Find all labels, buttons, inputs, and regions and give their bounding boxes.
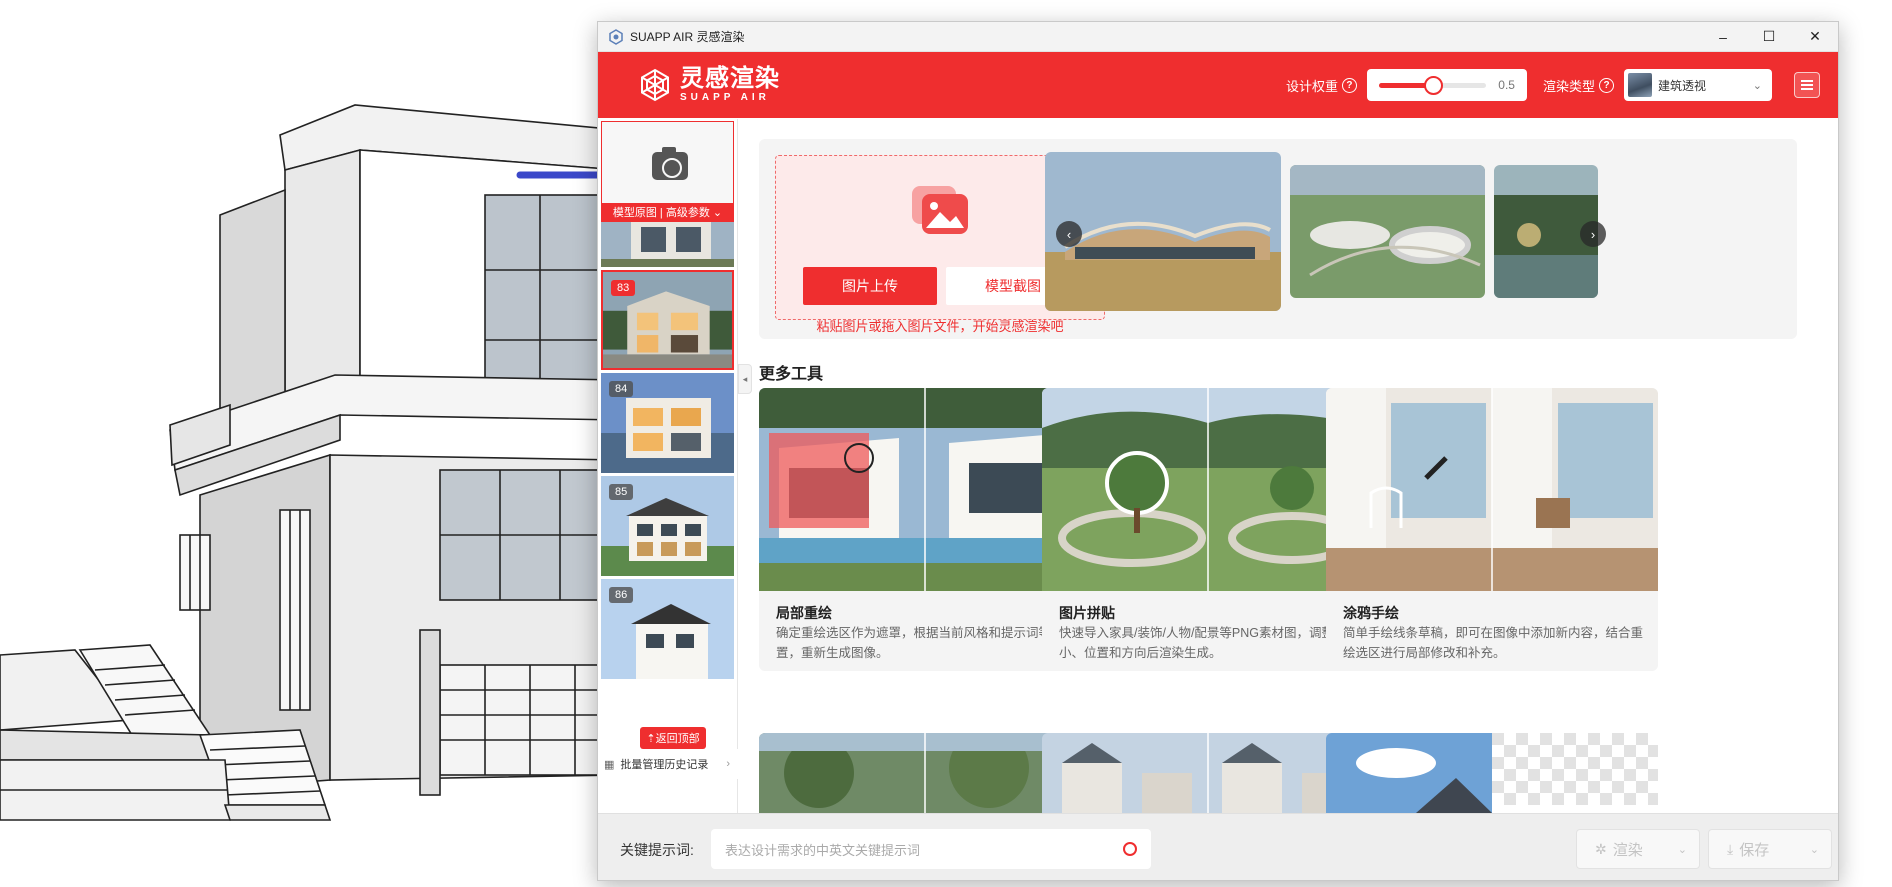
tool-card-collage[interactable]: 图片拼贴 快速导入家具/装饰/人物/配景等PNG素材图，调整大小、位置和方向后渲… [1042, 388, 1374, 671]
tool-preview-image [1326, 733, 1658, 813]
help-icon[interactable]: ? [1341, 77, 1357, 93]
history-thumbnail [601, 219, 734, 267]
model-original-card[interactable]: 模型原图 | 高级参数 ⌄ [601, 121, 734, 222]
slider-thumb[interactable] [1423, 75, 1443, 95]
tool-preview-image [1042, 388, 1374, 591]
chevron-right-icon: › [726, 758, 730, 770]
carousel-next-button[interactable]: › [1580, 221, 1606, 247]
render-type-value: 建筑透视 [1658, 78, 1707, 93]
tool-description: 简单手绘线条草稿，即可在图像中添加新内容，结合重绘选区进行局部修改和补充。 [1343, 626, 1644, 660]
background-model-sketch [0, 104, 620, 821]
logo-subtitle: SUAPP AIR [680, 92, 770, 103]
tool-card[interactable] [1326, 733, 1658, 813]
history-badge: 83 [611, 280, 636, 296]
tool-title: 涂鸦手绘 [1343, 605, 1399, 621]
save-button-label: 保存 [1739, 841, 1770, 859]
history-item[interactable]: 85 [601, 476, 734, 576]
prompt-bar: 关键提示词: 表达设计需求的中英文关键提示词 ✲ 渲染 ⌄ ⤓ 保存 ⌄ [598, 813, 1838, 880]
app-header: 灵感渲染 SUAPP AIR 设计权重 ? 0.5 渲染类型 ? 建筑透视 ⌄ [598, 52, 1838, 118]
save-button[interactable]: ⤓ 保存 ⌄ [1708, 829, 1832, 869]
history-sidebar: 模型原图 | 高级参数 ⌄ 83 84 85 86 ⇡返回顶部 ▦ 批量管理历史… [598, 119, 738, 813]
app-logo: 灵感渲染 SUAPP AIR [638, 67, 780, 103]
chevron-down-icon: ⌄ [1752, 79, 1762, 92]
history-item[interactable] [601, 219, 734, 267]
camera-icon [652, 147, 688, 180]
menu-button[interactable] [1794, 72, 1820, 98]
render-button[interactable]: ✲ 渲染 ⌄ [1576, 829, 1700, 869]
grid-icon: ▦ [604, 758, 615, 771]
design-weight-label: 设计权重 ? [1286, 76, 1357, 95]
prompt-action-icon[interactable] [1123, 842, 1137, 856]
upload-hint: 粘贴图片或拖入图片文件，开始灵感渲染吧 [816, 319, 1064, 334]
app-window: SUAPP AIR 灵感渲染 – ☐ ✕ 灵感渲染 SUAPP AIR 设计权重… [597, 21, 1839, 881]
logo-icon [641, 68, 669, 102]
back-to-top-button[interactable]: ⇡返回顶部 [640, 727, 706, 749]
more-tools-title: 更多工具 [759, 366, 824, 383]
app-icon [609, 28, 623, 45]
hamburger-icon [1801, 84, 1813, 86]
image-upload-icon [912, 186, 968, 234]
main-panel: 图片上传 模型截图 粘贴图片或拖入图片文件，开始灵感渲染吧 ‹ › 更多工具 局… [752, 119, 1838, 813]
history-item[interactable]: 84 [601, 373, 734, 473]
design-weight-value: 0.5 [1498, 78, 1515, 92]
prompt-placeholder: 表达设计需求的中英文关键提示词 [725, 842, 921, 858]
prompt-label: 关键提示词: [620, 842, 694, 858]
history-badge: 85 [609, 484, 634, 500]
chevron-down-icon[interactable]: ⌄ [1678, 843, 1687, 856]
history-badge: 84 [609, 381, 634, 397]
logo-name: 灵感渲染 [680, 65, 780, 92]
design-weight-slider[interactable]: 0.5 [1366, 69, 1527, 101]
tool-description: 确定重绘选区作为遮罩，根据当前风格和提示词等设置，重新生成图像。 [776, 626, 1064, 660]
history-badge: 86 [609, 587, 634, 603]
render-type-thumbnail [1628, 73, 1652, 97]
window-title: SUAPP AIR 灵感渲染 [630, 30, 745, 44]
render-type-label: 渲染类型 ? [1543, 76, 1614, 95]
tool-card-sketch[interactable]: 涂鸦手绘 简单手绘线条草稿，即可在图像中添加新内容，结合重绘选区进行局部修改和补… [1326, 388, 1658, 671]
sparkle-icon: ✲ [1595, 840, 1607, 857]
carousel-image[interactable] [1290, 165, 1485, 298]
tool-title: 局部重绘 [776, 605, 832, 621]
history-item[interactable]: 86 [601, 579, 734, 679]
slider-track[interactable] [1378, 75, 1487, 95]
render-type-select[interactable]: 建筑透视 ⌄ [1624, 69, 1772, 101]
tool-preview-image [1326, 388, 1658, 591]
tool-preview-image [1042, 733, 1374, 813]
tool-card[interactable] [1042, 733, 1374, 813]
close-button[interactable]: ✕ [1792, 22, 1838, 52]
upload-section: 图片上传 模型截图 粘贴图片或拖入图片文件，开始灵感渲染吧 ‹ › [759, 139, 1797, 339]
minimize-button[interactable]: – [1700, 22, 1746, 52]
render-button-label: 渲染 [1612, 841, 1643, 859]
advanced-params-toggle[interactable]: 模型原图 | 高级参数 ⌄ [602, 203, 733, 221]
maximize-button[interactable]: ☐ [1746, 22, 1792, 52]
download-icon: ⤓ [1727, 840, 1734, 857]
batch-manage-label: 批量管理历史记录 [620, 759, 709, 771]
image-upload-button[interactable]: 图片上传 [803, 267, 937, 305]
carousel-render [1290, 165, 1485, 298]
window-titlebar: SUAPP AIR 灵感渲染 – ☐ ✕ [598, 22, 1838, 52]
tool-description: 快速导入家具/装饰/人物/配景等PNG素材图，调整大小、位置和方向后渲染生成。 [1059, 626, 1347, 660]
prompt-input[interactable]: 表达设计需求的中英文关键提示词 [711, 829, 1151, 869]
help-icon[interactable]: ? [1599, 77, 1614, 93]
chevron-down-icon[interactable]: ⌄ [1810, 843, 1819, 856]
sidebar-collapse-button[interactable]: ◂ [738, 364, 752, 394]
history-item[interactable]: 83 [601, 270, 734, 370]
tool-title: 图片拼贴 [1059, 605, 1115, 621]
batch-manage-history[interactable]: ▦ 批量管理历史记录 › [598, 749, 738, 779]
carousel-prev-button[interactable]: ‹ [1056, 221, 1082, 247]
